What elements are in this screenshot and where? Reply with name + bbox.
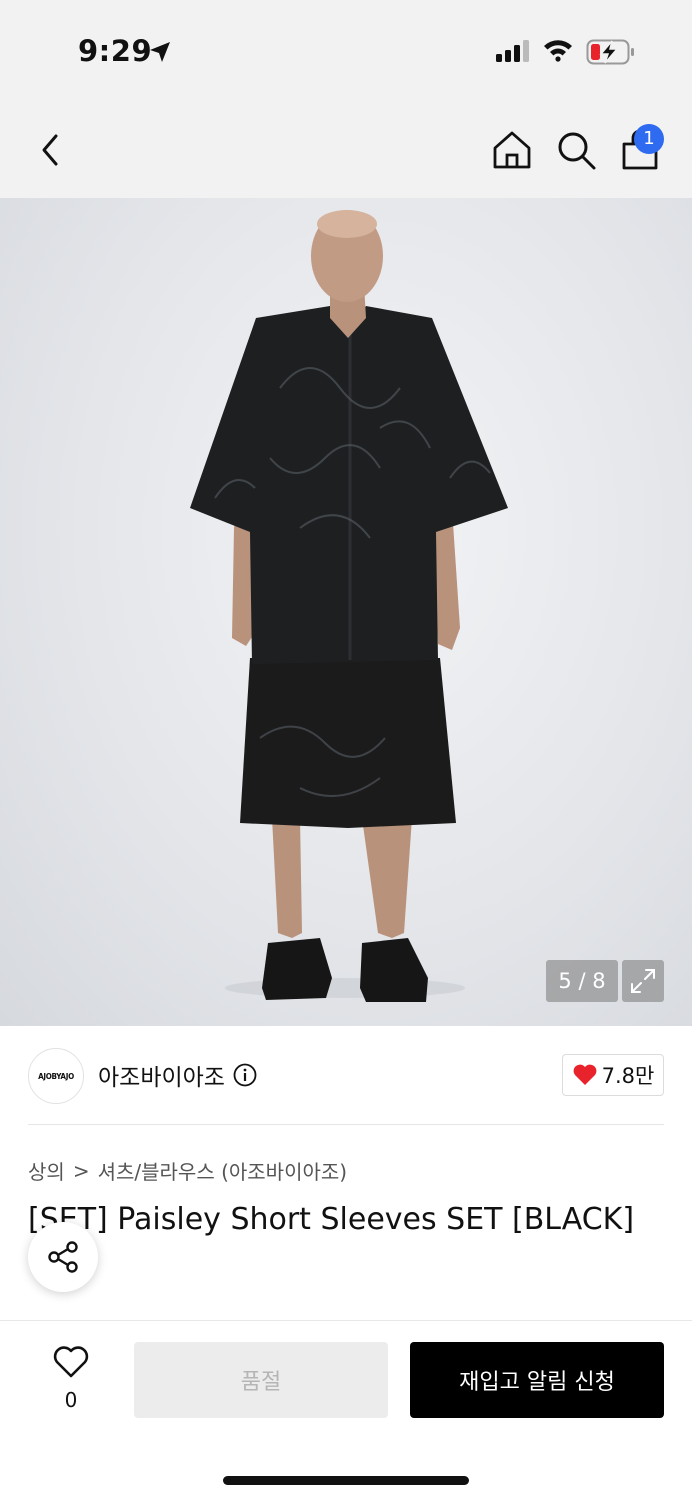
- product-photo[interactable]: [0, 198, 692, 1026]
- brand-like-count: 7.8만: [601, 1064, 655, 1088]
- wifi-icon: [544, 40, 572, 62]
- heart-outline-icon: [53, 1346, 89, 1378]
- wishlist-button[interactable]: 0: [48, 1344, 94, 1414]
- share-icon: [48, 1241, 78, 1273]
- brand-name[interactable]: 아조바이아조: [98, 1058, 225, 1092]
- cellular-signal-icon: [496, 40, 529, 62]
- expand-image-button[interactable]: [622, 960, 664, 1002]
- nav-bar: [0, 100, 692, 198]
- soldout-button: 품절: [134, 1342, 388, 1418]
- battery-charging-icon: [586, 39, 634, 65]
- breadcrumb-category[interactable]: 상의: [28, 1156, 65, 1185]
- brand-like-button[interactable]: 7.8만: [562, 1054, 664, 1096]
- info-icon[interactable]: [233, 1063, 257, 1087]
- home-icon[interactable]: [490, 128, 534, 172]
- product-title: [SET] Paisley Short Sleeves SET [BLACK]: [28, 1202, 635, 1237]
- status-bar: 9:29: [0, 0, 692, 100]
- breadcrumb-separator: >: [72, 1158, 90, 1183]
- restock-alert-button[interactable]: 재입고 알림 신청: [410, 1342, 664, 1418]
- back-button[interactable]: [34, 130, 66, 170]
- divider: [28, 1124, 664, 1125]
- status-time: 9:29: [78, 34, 153, 68]
- brand-logo[interactable]: AJOBYAJO: [28, 1048, 84, 1104]
- wishlist-count: 0: [64, 1388, 78, 1412]
- location-arrow-icon: [150, 42, 170, 62]
- heart-filled-icon: [573, 1064, 597, 1085]
- breadcrumb-subcategory[interactable]: 셔츠/블라우스 (아조바이아조): [98, 1156, 348, 1185]
- home-indicator: [223, 1476, 469, 1485]
- cart-count-badge: 1: [634, 124, 664, 154]
- breadcrumb: 상의 > 셔츠/블라우스 (아조바이아조): [28, 1156, 347, 1185]
- search-icon[interactable]: [554, 128, 598, 172]
- model-photo-illustration: [190, 210, 508, 1002]
- share-button[interactable]: [28, 1222, 98, 1292]
- expand-icon: [631, 969, 655, 993]
- image-counter: 5 / 8: [546, 960, 618, 1002]
